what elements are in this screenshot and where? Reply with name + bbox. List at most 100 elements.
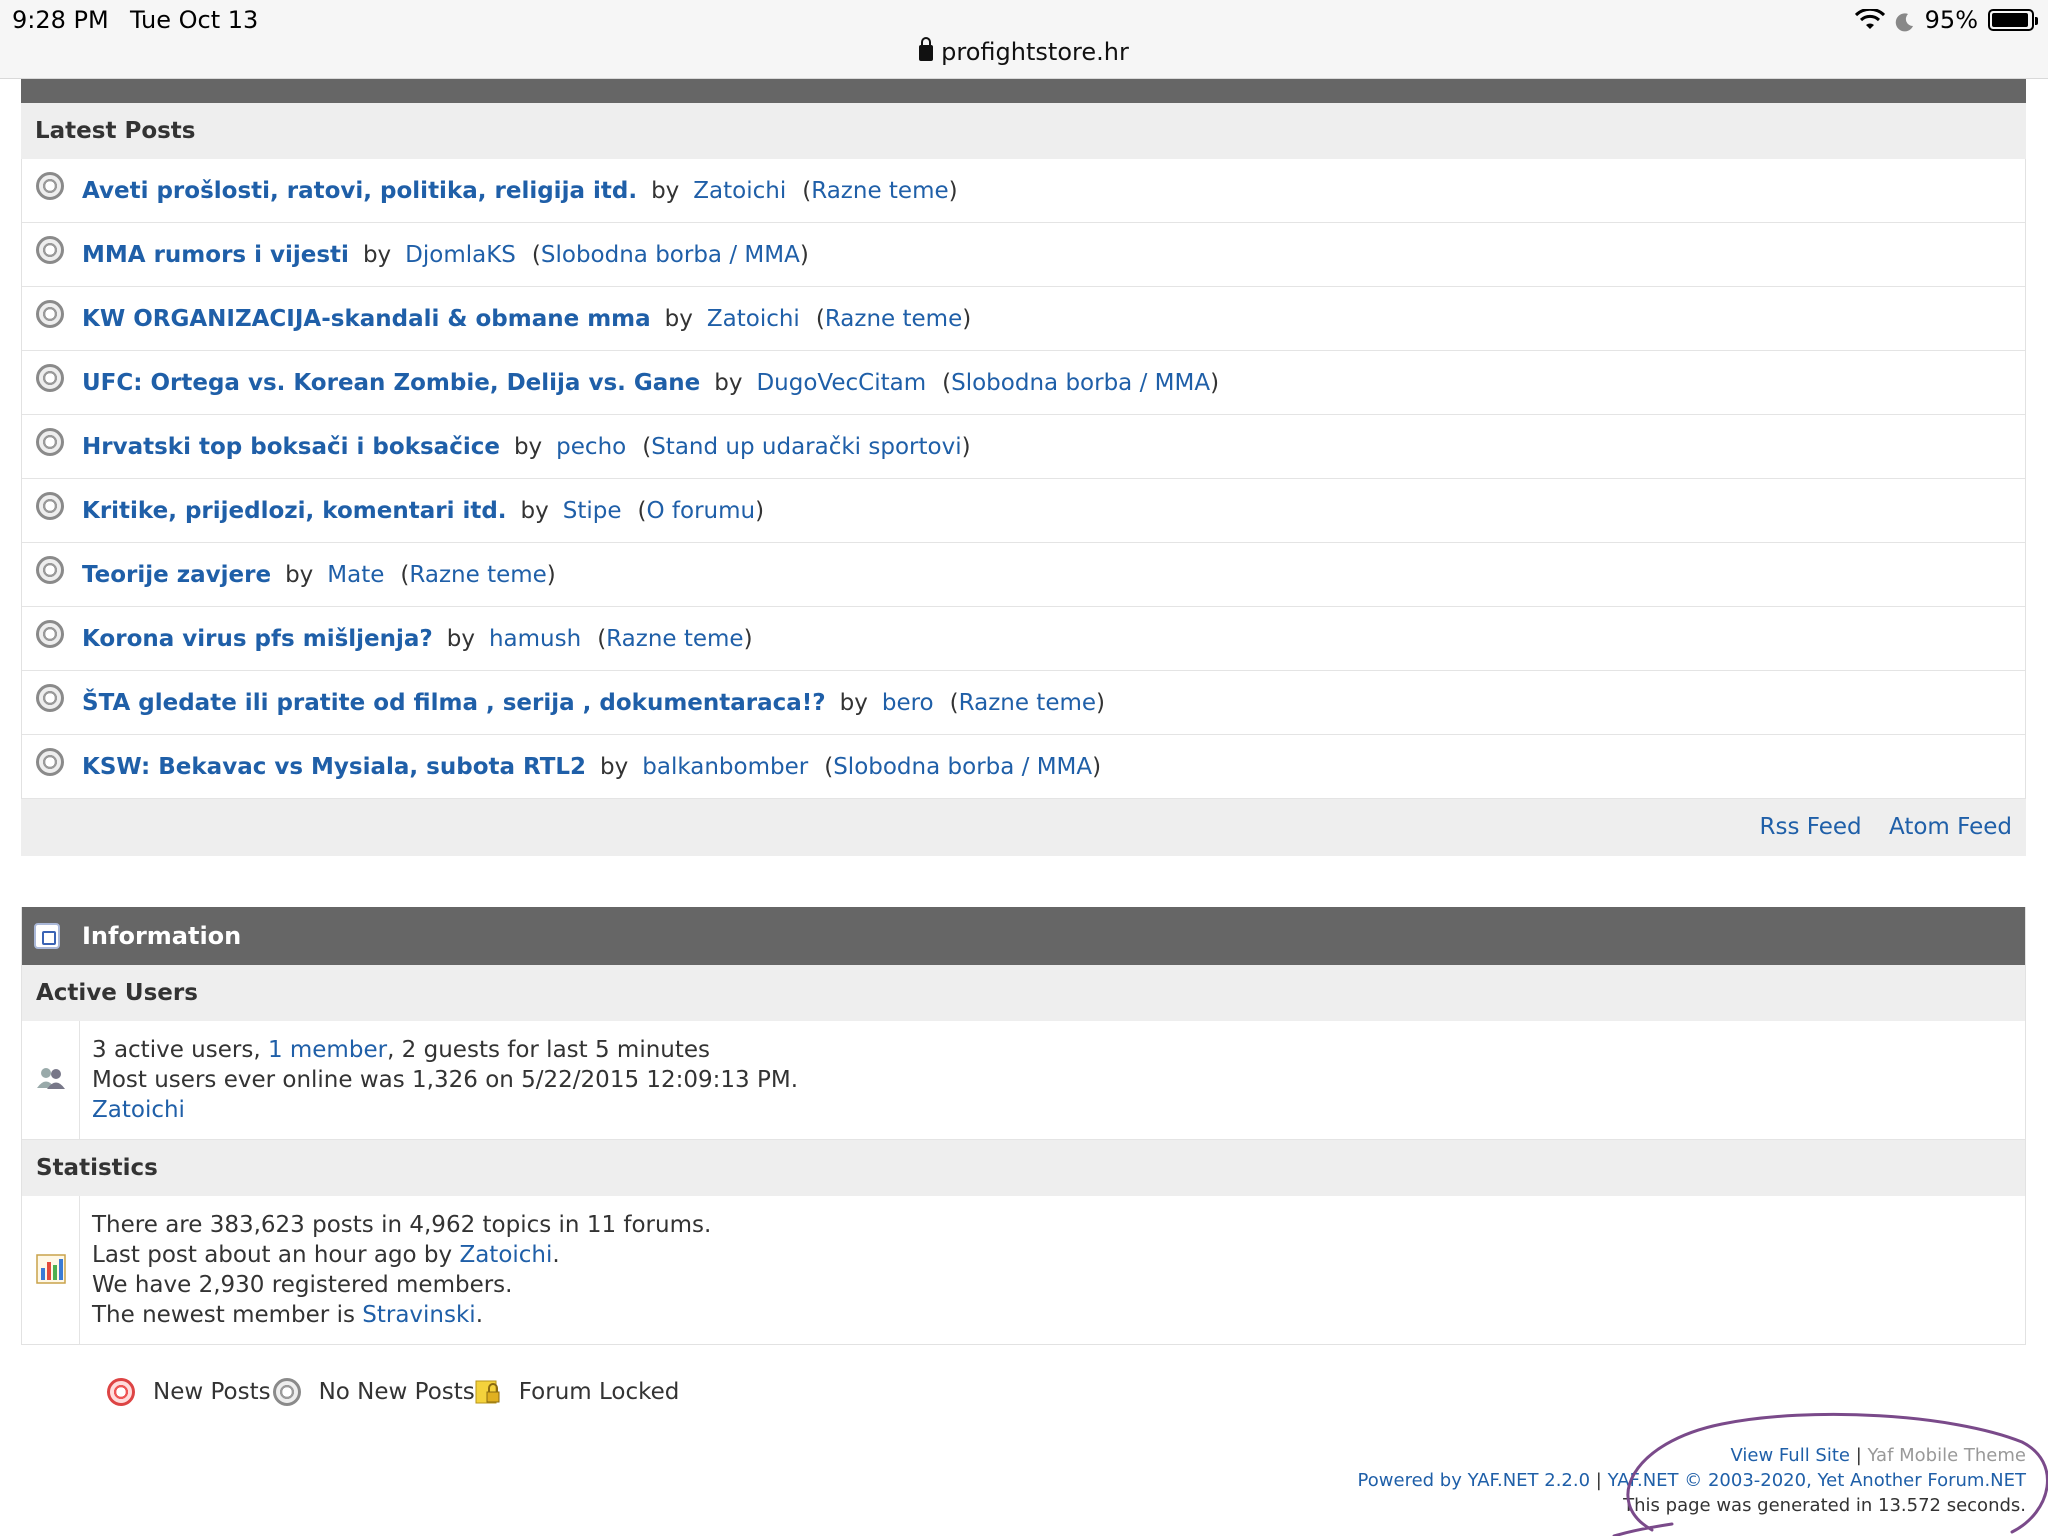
url-text: profightstore.hr (941, 38, 1129, 66)
topic-link[interactable]: Aveti prošlosti, ratovi, politika, relig… (82, 178, 637, 204)
forum-ref: (Slobodna borba / MMA) (531, 241, 809, 268)
generation-time: This page was generated in 13.572 second… (1623, 1495, 2026, 1516)
forum-link[interactable]: Slobodna borba / MMA (951, 370, 1210, 396)
forum-ref: (Razne teme) (815, 305, 972, 332)
forum-ref: (Razne teme) (597, 625, 753, 652)
footer-line-1: View Full Site | Yaf Mobile Theme (1358, 1443, 2026, 1468)
topic-link[interactable]: KW ORGANIZACIJA-skandali & obmane mma (82, 306, 651, 332)
rss-feed-link[interactable]: Rss Feed (1760, 814, 1862, 840)
by-label: by (513, 433, 543, 460)
last-post-info: Last post about an hour ago by Zatoichi. (92, 1240, 711, 1270)
topic-link[interactable]: UFC: Ortega vs. Korean Zombie, Delija vs… (82, 370, 700, 396)
forum-link[interactable]: Razne teme (606, 626, 743, 652)
most-users-online: Most users ever online was 1,326 on 5/22… (92, 1067, 799, 1093)
footer-separator-2: | (1595, 1470, 1602, 1491)
last-post-prefix: Last post about an hour ago by (92, 1242, 460, 1268)
post-text: Aveti prošlosti, ratovi, politika, relig… (82, 178, 958, 204)
post-row: Aveti prošlosti, ratovi, politika, relig… (22, 159, 2025, 223)
post-author-link[interactable]: Stipe (563, 498, 622, 524)
statistics-text: There are 383,623 posts in 4,962 topics … (80, 1196, 723, 1344)
information-title: Information (82, 922, 242, 950)
last-post-user-link[interactable]: Zatoichi (459, 1242, 552, 1268)
no-new-posts-icon (36, 748, 64, 776)
by-label: by (520, 497, 549, 524)
forum-link[interactable]: O forumu (647, 498, 756, 524)
status-time: 9:28 PM (12, 6, 109, 34)
post-author-link[interactable]: hamush (489, 626, 581, 652)
topic-link[interactable]: ŠTA gledate ili pratite od filma , serij… (82, 690, 826, 716)
post-author-link[interactable]: Zatoichi (707, 306, 800, 332)
forum-link[interactable]: Stand up udarački sportovi (651, 434, 961, 460)
post-author-link[interactable]: DugoVecCitam (756, 370, 926, 396)
post-text: KSW: Bekavac vs Mysiala, subota RTL2 by ba… (82, 754, 1101, 780)
post-text: Korona virus pfs mišljenja? by hamush (Razn… (82, 626, 753, 652)
copyright-link[interactable]: YAF.NET © 2003-2020, Yet Another Forum.N… (1608, 1470, 2026, 1491)
post-author-link[interactable]: pecho (556, 434, 626, 460)
forum-ref: (Razne teme) (802, 177, 958, 204)
forum-link[interactable]: Razne teme (409, 562, 546, 588)
post-row: Kritike, prijedlozi, komentari itd. by Sti… (22, 479, 2025, 543)
statistics-icon-cell (22, 1196, 80, 1344)
post-text: ŠTA gledate ili pratite od filma , serij… (82, 690, 1105, 716)
active-users-icon-cell (22, 1021, 80, 1139)
by-label: by (285, 561, 314, 588)
post-text: KW ORGANIZACIJA-skandali & obmane mma by Z… (82, 306, 971, 332)
forum-ref: (Slobodna borba / MMA) (824, 753, 1102, 780)
forum-link[interactable]: Slobodna borba / MMA (541, 242, 800, 268)
view-full-site-link[interactable]: View Full Site (1730, 1445, 1850, 1466)
newest-member-info: The newest member is Stravinski. (92, 1300, 711, 1330)
topic-link[interactable]: Teorije zavjere (82, 562, 271, 588)
no-new-posts-icon (36, 300, 64, 328)
active-users-heading: Active Users (22, 965, 2025, 1021)
forum-ref: (Slobodna borba / MMA) (942, 369, 1220, 396)
topic-link[interactable]: Kritike, prijedlozi, komentari itd. (82, 498, 507, 524)
post-author-link[interactable]: balkanbomber (642, 754, 808, 780)
forum-ref: (Stand up udarački sportovi) (642, 433, 971, 460)
by-label: by (714, 369, 743, 396)
topic-link[interactable]: Korona virus pfs mišljenja? (82, 626, 433, 652)
post-row: MMA rumors i vijesti by DjomlaKS (Slobodna … (22, 223, 2025, 287)
by-label: by (600, 753, 629, 780)
latest-posts-heading: Latest Posts (21, 103, 2026, 159)
information-header: Information (22, 907, 2025, 965)
no-new-posts-icon (36, 236, 64, 264)
statistics-row: There are 383,623 posts in 4,962 topics … (22, 1196, 2025, 1344)
statistics-heading: Statistics (22, 1140, 2025, 1196)
lock-icon (919, 37, 934, 61)
forum-link[interactable]: Razne teme (825, 306, 962, 332)
wifi-icon (1854, 9, 1885, 31)
post-text: Kritike, prijedlozi, komentari itd. by Sti… (82, 498, 764, 524)
active-users-text: 3 active users, 1 member, 2 guests for l… (80, 1021, 810, 1139)
by-label: by (651, 177, 680, 204)
collapse-icon[interactable] (34, 923, 60, 949)
post-row: Korona virus pfs mišljenja? by hamush (Razn… (22, 607, 2025, 671)
information-block: Information Active Users 3 active users,… (21, 907, 2026, 1345)
forum-legend: New Posts No New Posts Forum Locked (107, 1378, 679, 1406)
forum-link[interactable]: Slobodna borba / MMA (833, 754, 1092, 780)
posts-topics-count: There are 383,623 posts in 4,962 topics … (92, 1212, 712, 1238)
active-user-link[interactable]: Zatoichi (92, 1097, 185, 1123)
topic-link[interactable]: Hrvatski top boksači i boksačice (82, 434, 500, 460)
post-row: KSW: Bekavac vs Mysiala, subota RTL2 by ba… (22, 735, 2025, 799)
forum-link[interactable]: Razne teme (959, 690, 1096, 716)
topic-link[interactable]: KSW: Bekavac vs Mysiala, subota RTL2 (82, 754, 586, 780)
forum-link[interactable]: Razne teme (811, 178, 948, 204)
newest-member-link[interactable]: Stravinski (362, 1302, 475, 1328)
powered-by-link[interactable]: Powered by YAF.NET 2.2.0 (1358, 1470, 1591, 1491)
address-bar[interactable]: profightstore.hr (0, 37, 2048, 66)
newest-member-prefix: The newest member is (92, 1302, 363, 1328)
member-link[interactable]: 1 member (268, 1037, 387, 1063)
post-author-link[interactable]: Mate (327, 562, 384, 588)
atom-feed-link[interactable]: Atom Feed (1889, 814, 2012, 840)
new-posts-icon (107, 1378, 135, 1406)
guests-count: , 2 guests for last 5 minutes (387, 1037, 711, 1063)
topic-link[interactable]: MMA rumors i vijesti (82, 242, 349, 268)
post-author-link[interactable]: DjomlaKS (405, 242, 516, 268)
forum-locked-label: Forum Locked (518, 1379, 680, 1405)
mobile-theme-label: Yaf Mobile Theme (1867, 1445, 2026, 1466)
no-new-posts-label: No New Posts (318, 1379, 475, 1405)
active-users-row: 3 active users, 1 member, 2 guests for l… (22, 1021, 2025, 1140)
post-author-link[interactable]: Zatoichi (693, 178, 786, 204)
post-author-link[interactable]: bero (882, 690, 934, 716)
footer-line-2: Powered by YAF.NET 2.2.0 | YAF.NET © 200… (1358, 1468, 2026, 1493)
